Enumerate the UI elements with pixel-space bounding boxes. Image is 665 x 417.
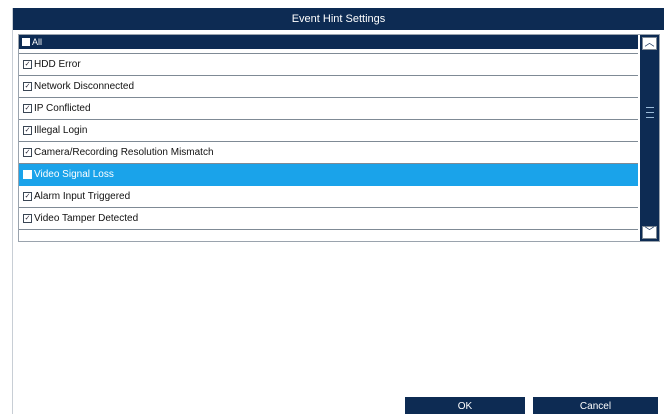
list-item[interactable]: ✓ IP Conflicted: [19, 98, 638, 120]
list-item-label: Camera/Recording Resolution Mismatch: [34, 147, 214, 158]
list-item-selected[interactable]: Video Signal Loss: [19, 164, 638, 186]
dialog-title: Event Hint Settings: [13, 8, 664, 30]
list-item[interactable]: ✓ HDD Error: [19, 54, 638, 76]
list-item[interactable]: ✓ Illegal Login: [19, 120, 638, 142]
list-item-label: IP Conflicted: [34, 103, 91, 114]
checkbox-checked-icon[interactable]: ✓: [23, 126, 32, 135]
checkbox-unchecked-icon[interactable]: [23, 170, 32, 179]
list-item[interactable]: ✓ Network Disconnected: [19, 76, 638, 98]
checkbox-checked-icon[interactable]: ✓: [23, 60, 32, 69]
list-item-label: Video Signal Loss: [34, 169, 114, 180]
list-item[interactable]: ✓ Video Tamper Detected: [19, 208, 638, 230]
cancel-button[interactable]: Cancel: [533, 397, 658, 414]
select-all-header[interactable]: All: [19, 35, 638, 49]
list-item[interactable]: ✓ Alarm Input Triggered: [19, 186, 638, 208]
checkbox-checked-icon[interactable]: ✓: [23, 82, 32, 91]
scrollbar-thumb[interactable]: [646, 107, 654, 127]
dialog-left-border: [12, 8, 13, 414]
event-hint-settings-dialog: Event Hint Settings ✓ HDD Full ✓ HDD Err…: [0, 0, 665, 414]
chevron-down-icon[interactable]: ﹀: [642, 226, 657, 239]
select-all-checkbox[interactable]: [22, 38, 30, 46]
checkbox-checked-icon[interactable]: ✓: [23, 192, 32, 201]
select-all-label: All: [32, 37, 43, 47]
list-item-label: Network Disconnected: [34, 81, 135, 92]
list-item-label: Video Tamper Detected: [34, 213, 139, 224]
event-list: ✓ HDD Full ✓ HDD Error ✓ Network Disconn…: [18, 34, 660, 242]
checkbox-checked-icon[interactable]: ✓: [23, 148, 32, 157]
ok-button[interactable]: OK: [405, 397, 525, 414]
checkbox-checked-icon[interactable]: ✓: [23, 104, 32, 113]
list-item-label: Illegal Login: [34, 125, 88, 136]
list-item[interactable]: ✓ Camera/Recording Resolution Mismatch: [19, 142, 638, 164]
checkbox-checked-icon[interactable]: ✓: [23, 214, 32, 223]
chevron-up-icon[interactable]: ︿: [642, 37, 657, 50]
list-item-label: Alarm Input Triggered: [34, 191, 131, 202]
scrollbar-track[interactable]: [643, 51, 656, 223]
list-item-label: HDD Error: [34, 59, 81, 70]
list-scrollbar[interactable]: ︿ ﹀: [640, 35, 659, 241]
